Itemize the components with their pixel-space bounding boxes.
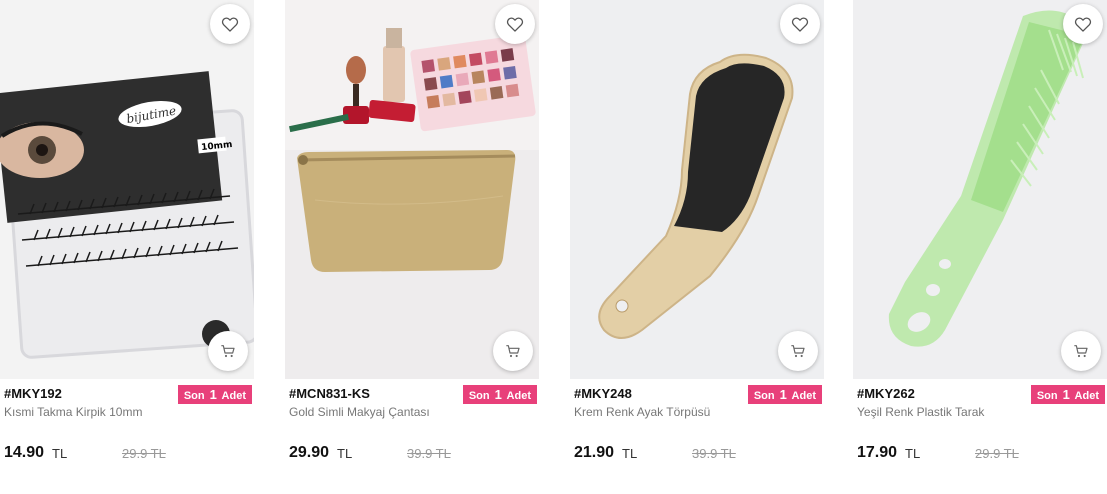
stock-badge-suffix: Adet bbox=[1074, 390, 1099, 402]
product-name[interactable]: Yeşil Renk Plastik Tarak bbox=[857, 405, 984, 419]
price-currency: TL bbox=[337, 446, 353, 461]
stock-badge-suffix: Adet bbox=[221, 390, 246, 402]
add-to-cart-button[interactable] bbox=[1061, 331, 1101, 371]
stock-badge-suffix: Adet bbox=[506, 390, 531, 402]
product-code[interactable]: #MKY262 bbox=[857, 386, 915, 401]
product-image[interactable] bbox=[285, 0, 539, 379]
product-price: 17.90 bbox=[857, 444, 898, 461]
stock-badge-prefix: Son bbox=[183, 390, 205, 402]
old-price: 39.9 TL bbox=[407, 446, 451, 461]
stock-badge-count: 1 bbox=[494, 387, 502, 402]
product-price: 29.90 bbox=[289, 444, 330, 461]
heart-icon bbox=[791, 17, 809, 32]
favorite-button[interactable] bbox=[210, 4, 250, 44]
stock-badge-suffix: Adet bbox=[791, 390, 816, 402]
add-to-cart-button[interactable] bbox=[493, 331, 533, 371]
product-price: 14.90 bbox=[4, 444, 45, 461]
old-price: 29.9 TL bbox=[122, 446, 166, 461]
stock-badge-prefix: Son bbox=[1036, 390, 1058, 402]
product-image[interactable] bbox=[570, 0, 824, 379]
product-card[interactable]: bijutime 10mm #MKY192 Son 1 Adet Kısmi T… bbox=[0, 0, 254, 494]
favorite-button[interactable] bbox=[495, 4, 535, 44]
heart-icon bbox=[221, 17, 239, 32]
add-to-cart-button[interactable] bbox=[208, 331, 248, 371]
product-image[interactable] bbox=[853, 0, 1107, 379]
product-name[interactable]: Kısmi Takma Kirpik 10mm bbox=[4, 405, 142, 419]
price-currency: TL bbox=[52, 446, 68, 461]
old-price: 39.9 TL bbox=[692, 446, 736, 461]
stock-badge-prefix: Son bbox=[468, 390, 490, 402]
product-card[interactable]: #MKY248 Son 1 Adet Krem Renk Ayak Törpüs… bbox=[570, 0, 824, 494]
heart-icon bbox=[1074, 17, 1092, 32]
product-code[interactable]: #MKY248 bbox=[574, 386, 632, 401]
heart-icon bbox=[506, 17, 524, 32]
cart-icon bbox=[791, 345, 805, 358]
favorite-button[interactable] bbox=[1063, 4, 1103, 44]
cart-icon bbox=[1074, 345, 1088, 358]
stock-badge-count: 1 bbox=[779, 387, 787, 402]
stock-badge-count: 1 bbox=[1062, 387, 1070, 402]
product-card[interactable]: #MKY262 Son 1 Adet Yeşil Renk Plastik Ta… bbox=[853, 0, 1107, 494]
stock-badge-count: 1 bbox=[209, 387, 217, 402]
product-name[interactable]: Krem Renk Ayak Törpüsü bbox=[574, 405, 710, 419]
stock-badge: Son 1 Adet bbox=[177, 385, 252, 404]
favorite-button[interactable] bbox=[780, 4, 820, 44]
stock-badge: Son 1 Adet bbox=[747, 385, 822, 404]
stock-badge-prefix: Son bbox=[753, 390, 775, 402]
cart-icon bbox=[506, 345, 520, 358]
product-card[interactable]: #MCN831-KS Son 1 Adet Gold Simli Makyaj … bbox=[285, 0, 539, 494]
cart-icon bbox=[221, 345, 235, 358]
price-currency: TL bbox=[622, 446, 638, 461]
product-name[interactable]: Gold Simli Makyaj Çantası bbox=[289, 405, 430, 419]
product-code[interactable]: #MCN831-KS bbox=[289, 386, 370, 401]
add-to-cart-button[interactable] bbox=[778, 331, 818, 371]
product-image[interactable]: bijutime 10mm bbox=[0, 0, 254, 379]
stock-badge: Son 1 Adet bbox=[1030, 385, 1105, 404]
old-price: 29.9 TL bbox=[975, 446, 1019, 461]
price-currency: TL bbox=[905, 446, 921, 461]
product-price: 21.90 bbox=[574, 444, 615, 461]
stock-badge: Son 1 Adet bbox=[462, 385, 537, 404]
product-code[interactable]: #MKY192 bbox=[4, 386, 62, 401]
